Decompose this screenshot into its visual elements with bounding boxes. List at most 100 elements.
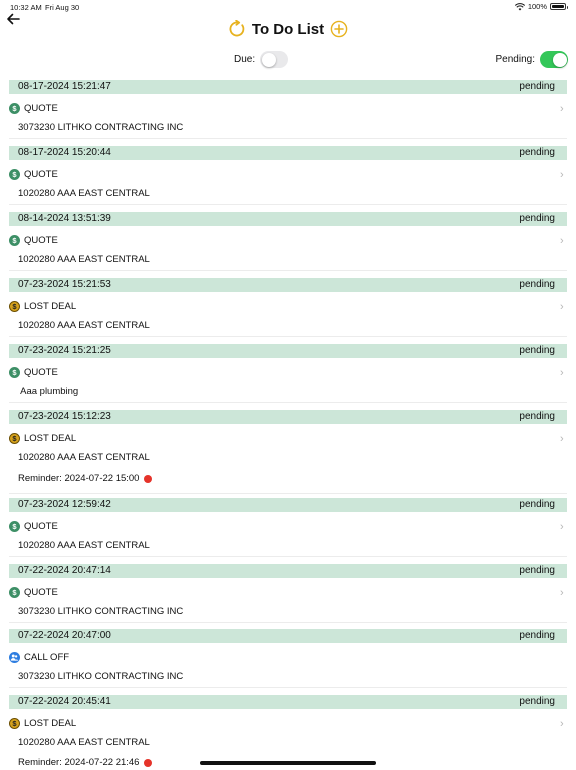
todo-item[interactable]: 07-22-2024 20:47:00 pending CALL OFF 307… [0, 629, 576, 689]
chevron-right-icon: › [560, 301, 564, 313]
due-filter: Due: [234, 51, 289, 68]
title-group: To Do List [0, 19, 576, 38]
item-header: 08-14-2024 13:51:39 pending [9, 212, 567, 226]
item-customer: 3073230 LITHKO CONTRACTING INC [18, 671, 184, 682]
chevron-right-icon: › [560, 103, 564, 115]
item-type: $ QUOTE [9, 587, 58, 598]
item-customer: 3073230 LITHKO CONTRACTING INC [18, 122, 184, 133]
dollar-icon: $ [9, 301, 20, 312]
status-time: 10:32 AM [10, 3, 42, 12]
divider [9, 687, 567, 688]
item-header: 07-22-2024 20:47:14 pending [9, 564, 567, 578]
people-icon [9, 652, 20, 663]
chevron-right-icon: › [560, 367, 564, 379]
item-header: 07-22-2024 20:47:00 pending [9, 629, 567, 643]
todo-item[interactable]: 08-17-2024 15:20:44 pending $ QUOTE › 10… [0, 146, 576, 206]
item-reminder: Reminder: 2024-07-22 15:00 [18, 473, 153, 484]
item-customer: 1020280 AAA EAST CENTRAL [18, 254, 150, 265]
item-type: $ QUOTE [9, 521, 58, 532]
item-status: pending [519, 147, 555, 158]
item-date: 07-23-2024 15:21:53 [18, 279, 111, 290]
dollar-icon: $ [9, 103, 20, 114]
todo-item[interactable]: 07-22-2024 20:45:41 pending $ LOST DEAL … [0, 695, 576, 770]
item-header: 08-17-2024 15:21:47 pending [9, 80, 567, 94]
item-header: 07-23-2024 15:21:53 pending [9, 278, 567, 292]
reminder-text: Reminder: 2024-07-22 21:46 [18, 757, 140, 768]
pending-label: Pending: [495, 54, 535, 65]
item-type-label: QUOTE [24, 367, 58, 378]
chevron-right-icon: › [560, 433, 564, 445]
item-status: pending [519, 411, 555, 422]
chevron-right-icon: › [560, 587, 564, 599]
item-customer: 1020280 AAA EAST CENTRAL [18, 540, 150, 551]
item-type-label: LOST DEAL [24, 301, 77, 312]
battery-percent: 100% [527, 2, 547, 11]
navigation-bar: To Do List [0, 12, 576, 50]
home-indicator[interactable] [200, 761, 376, 765]
reminder-dot-icon [144, 474, 153, 483]
divider [9, 622, 567, 623]
chevron-right-icon: › [560, 169, 564, 181]
item-date: 07-22-2024 20:47:14 [18, 565, 111, 576]
chevron-right-icon: › [560, 235, 564, 247]
status-right: 100% [514, 2, 568, 11]
item-type-label: QUOTE [24, 235, 58, 246]
item-date: 07-23-2024 15:12:23 [18, 411, 111, 422]
item-customer: 1020280 AAA EAST CENTRAL [18, 188, 150, 199]
toggle-knob [552, 52, 567, 67]
chevron-right-icon: › [560, 521, 564, 533]
item-type-label: QUOTE [24, 103, 58, 114]
item-date: 07-22-2024 20:45:41 [18, 696, 111, 707]
add-button[interactable] [330, 20, 348, 38]
item-date: 07-22-2024 20:47:00 [18, 630, 111, 641]
item-type-label: LOST DEAL [24, 718, 77, 729]
todo-item[interactable]: 07-23-2024 15:21:53 pending $ LOST DEAL … [0, 278, 576, 338]
divider [9, 270, 567, 271]
todo-item[interactable]: 07-23-2024 15:21:25 pending $ QUOTE › Aa… [0, 344, 576, 404]
item-type-label: CALL OFF [24, 652, 70, 663]
item-type-label: QUOTE [24, 521, 58, 532]
todo-item[interactable]: 07-23-2024 15:12:23 pending $ LOST DEAL … [0, 410, 576, 496]
divider [9, 204, 567, 205]
item-customer: 3073230 LITHKO CONTRACTING INC [18, 606, 184, 617]
wifi-icon [514, 2, 525, 10]
divider [9, 138, 567, 139]
item-type: $ LOST DEAL [9, 718, 76, 729]
item-status: pending [519, 499, 555, 510]
divider [9, 556, 567, 557]
item-type-label: LOST DEAL [24, 433, 77, 444]
chevron-right-icon: › [560, 718, 564, 730]
item-status: pending [519, 213, 555, 224]
pending-toggle[interactable] [540, 51, 568, 68]
divider [9, 493, 567, 494]
due-toggle[interactable] [260, 51, 289, 68]
divider [9, 402, 567, 403]
item-type: $ LOST DEAL [9, 301, 76, 312]
item-header: 08-17-2024 15:20:44 pending [9, 146, 567, 160]
item-reminder: Reminder: 2024-07-22 21:46 [18, 757, 153, 768]
add-icon [330, 20, 348, 38]
item-type: $ QUOTE [9, 367, 58, 378]
todo-item[interactable]: 08-14-2024 13:51:39 pending $ QUOTE › 10… [0, 212, 576, 272]
toggle-knob [261, 52, 276, 67]
reminder-text: Reminder: 2024-07-22 15:00 [18, 473, 140, 484]
item-status: pending [519, 345, 555, 356]
dollar-icon: $ [9, 433, 20, 444]
item-header: 07-23-2024 15:21:25 pending [9, 344, 567, 358]
refresh-button[interactable] [228, 19, 246, 38]
item-customer: 1020280 AAA EAST CENTRAL [18, 737, 150, 748]
status-date: Fri Aug 30 [45, 3, 80, 12]
item-date: 08-17-2024 15:21:47 [18, 81, 111, 92]
todo-item[interactable]: 07-23-2024 12:59:42 pending $ QUOTE › 10… [0, 498, 576, 558]
item-type: $ QUOTE [9, 103, 58, 114]
item-customer: 1020280 AAA EAST CENTRAL [18, 452, 150, 463]
pending-filter: Pending: [496, 51, 568, 68]
item-type: CALL OFF [9, 652, 69, 663]
item-customer: Aaa plumbing [18, 386, 79, 397]
item-type-label: QUOTE [24, 169, 58, 180]
item-type-label: QUOTE [24, 587, 58, 598]
todo-item[interactable]: 07-22-2024 20:47:14 pending $ QUOTE › 30… [0, 564, 576, 624]
page-title: To Do List [251, 20, 325, 38]
reminder-dot-icon [144, 758, 153, 767]
todo-item[interactable]: 08-17-2024 15:21:47 pending $ QUOTE › 30… [0, 80, 576, 140]
